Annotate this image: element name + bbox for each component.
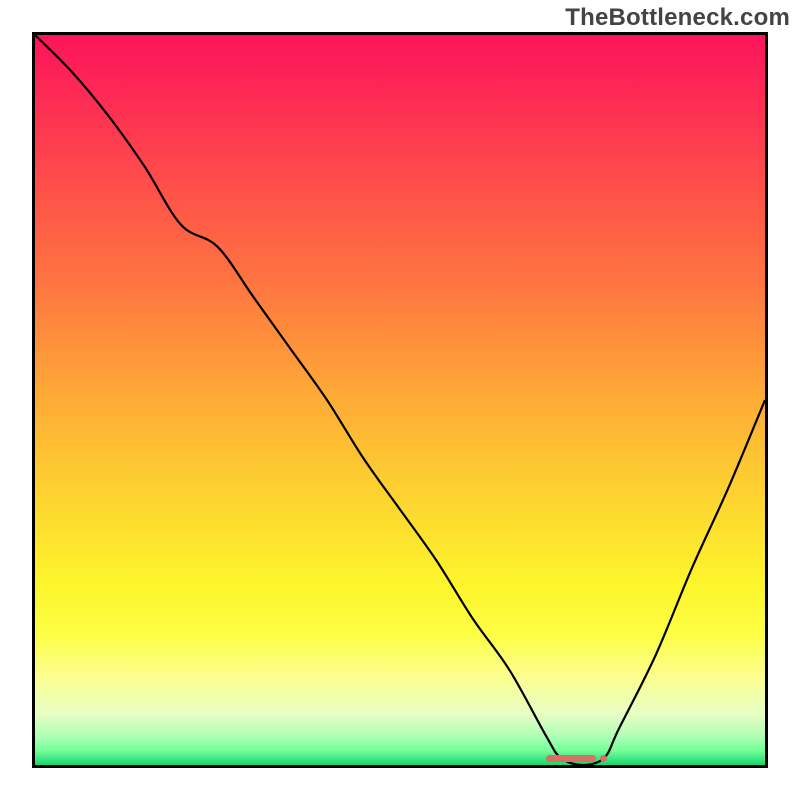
plot-frame [32,32,768,768]
optimal-range-marker [546,755,596,762]
watermark-text: TheBottleneck.com [565,4,790,32]
bottleneck-curve [35,35,765,765]
plot-area [35,35,765,765]
